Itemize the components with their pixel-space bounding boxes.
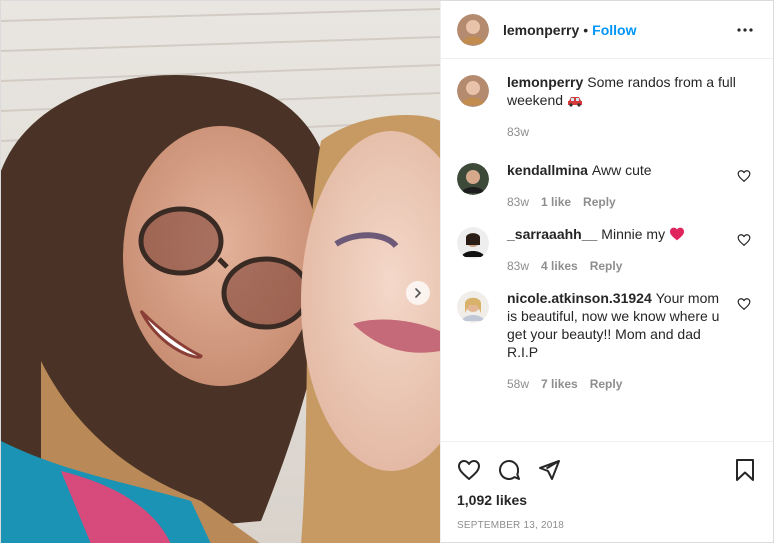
comment-icon — [499, 459, 520, 480]
next-photo-button[interactable] — [406, 281, 430, 305]
photo-illustration — [1, 1, 440, 543]
reply-button[interactable]: Reply — [590, 257, 623, 275]
caption-avatar[interactable] — [457, 75, 489, 107]
more-options-button[interactable] — [733, 18, 757, 42]
like-comment-heart-icon[interactable] — [737, 233, 751, 247]
caption-username[interactable]: lemonperry — [507, 74, 583, 90]
post-actions: 1,092 likes SEPTEMBER 13, 2018 — [441, 441, 773, 543]
reply-button[interactable]: Reply — [590, 375, 623, 393]
header-separator: • — [583, 21, 589, 38]
comment-username[interactable]: nicole.atkinson.31924 — [507, 290, 652, 306]
action-icons-row — [457, 450, 757, 490]
share-button[interactable] — [537, 458, 561, 482]
comment-time[interactable]: 83w — [507, 193, 529, 211]
comment-likes[interactable]: 7 likes — [541, 375, 578, 393]
comment-username[interactable]: _sarraaahh__ — [507, 226, 597, 242]
like-comment-heart-icon[interactable] — [737, 297, 751, 311]
instagram-post: lemonperry • Follow lemonperry Some rando… — [0, 0, 774, 543]
comment-time[interactable]: 83w — [507, 257, 529, 275]
comment-text: Minnie my — [601, 226, 666, 242]
post-photo[interactable] — [1, 1, 440, 543]
heart-icon — [458, 460, 480, 480]
comment-username[interactable]: kendallmina — [507, 162, 588, 178]
follow-button[interactable]: Follow — [592, 22, 636, 38]
save-button[interactable] — [733, 458, 757, 482]
share-icon — [539, 460, 560, 480]
caption-time[interactable]: 83w — [507, 123, 529, 141]
like-button[interactable] — [457, 458, 481, 482]
comment-text: Aww cute — [591, 162, 652, 178]
comment-likes[interactable]: 1 like — [541, 193, 571, 211]
bookmark-icon — [736, 459, 754, 481]
red-car-emoji — [567, 97, 582, 107]
author-username[interactable]: lemonperry — [503, 22, 579, 38]
chevron-right-icon — [415, 288, 422, 298]
comment-time[interactable]: 58w — [507, 375, 529, 393]
author-avatar[interactable] — [457, 13, 489, 46]
comment-button[interactable] — [497, 458, 521, 482]
post-side-panel: lemonperry • Follow lemonperry Some rando… — [440, 1, 773, 543]
commenter-avatar[interactable] — [457, 227, 489, 259]
comment-item: kendallmina Aww cute 83w 1 like Reply — [457, 161, 757, 211]
reply-button[interactable]: Reply — [583, 193, 616, 211]
commenter-avatar[interactable] — [457, 291, 489, 323]
likes-count[interactable]: 1,092 likes — [457, 492, 757, 508]
post-header: lemonperry • Follow — [441, 1, 773, 59]
more-icon — [737, 27, 753, 32]
comment-item: _sarraaahh__ Minnie my 83w 4 likes Reply — [457, 225, 757, 275]
comment-likes[interactable]: 4 likes — [541, 257, 578, 275]
like-comment-heart-icon[interactable] — [737, 169, 751, 183]
comments-list[interactable]: lemonperry Some randos from a full weeken… — [441, 59, 773, 441]
post-date[interactable]: SEPTEMBER 13, 2018 — [457, 520, 757, 531]
comment-item: nicole.atkinson.31924 Your mom is beautif… — [457, 289, 757, 393]
commenter-avatar[interactable] — [457, 163, 489, 195]
red-heart-emoji — [669, 227, 684, 241]
caption: lemonperry Some randos from a full weeken… — [457, 73, 757, 141]
